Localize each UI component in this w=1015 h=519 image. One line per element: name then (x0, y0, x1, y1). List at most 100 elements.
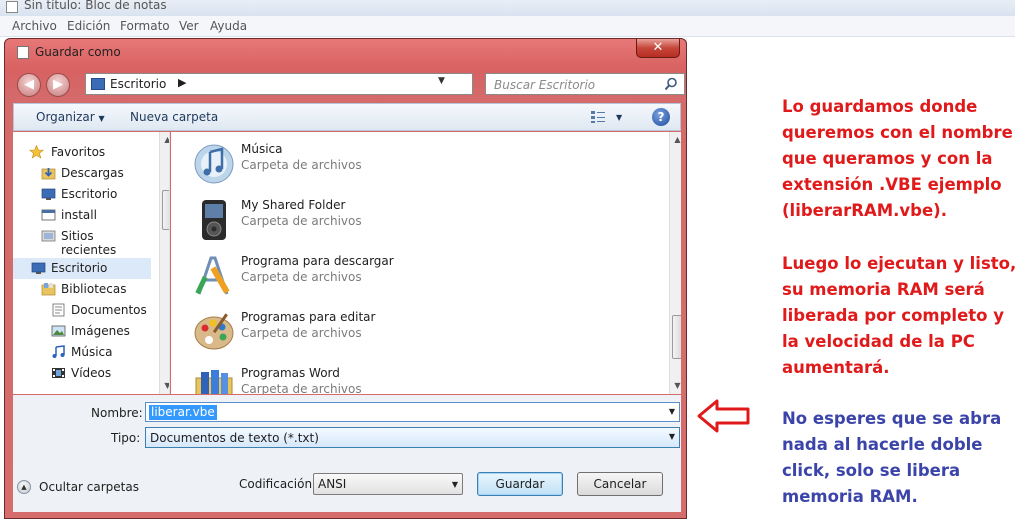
scroll-up-icon[interactable]: ▲ (670, 132, 681, 147)
desktop-icon (31, 262, 46, 274)
scrollbar-thumb[interactable] (672, 315, 681, 359)
note-line: click, solo se libera (782, 461, 961, 480)
address-bar[interactable]: Escritorio ▶ ▼ ⇆ (85, 73, 543, 95)
libraries-icon (41, 283, 56, 296)
desktop-icon (41, 188, 56, 200)
cancel-button[interactable]: Cancelar (577, 472, 663, 496)
desktop-icon (91, 78, 105, 90)
file-item-musica[interactable]: Música Carpeta de archivos (185, 136, 665, 192)
view-dropdown-icon[interactable]: ▼ (616, 113, 622, 122)
menu-ver[interactable]: Ver (179, 19, 199, 33)
file-type: Carpeta de archivos (241, 214, 362, 228)
encoding-value: ANSI (318, 477, 347, 491)
recent-places-icon (41, 230, 56, 242)
file-list-scrollbar[interactable]: ▲ ▼ (669, 132, 681, 394)
view-options-icon[interactable] (590, 110, 606, 124)
name-dropdown-icon[interactable]: ▼ (669, 407, 675, 416)
nav-favorites[interactable]: Favoritos (13, 142, 151, 163)
nav-label: Escritorio (51, 261, 108, 275)
file-name: My Shared Folder (241, 198, 346, 212)
hide-folders-label: Ocultar carpetas (39, 480, 139, 494)
file-item-programas-editar[interactable]: Programas para editar Carpeta de archivo… (185, 304, 665, 360)
nav-label: Favoritos (51, 145, 106, 159)
nav-label: Bibliotecas (61, 282, 127, 296)
music-folder-icon (194, 144, 234, 184)
back-button[interactable]: ◀ (17, 73, 41, 97)
search-icon[interactable] (664, 77, 678, 91)
file-name-input[interactable]: liberar.vbe ▼ (145, 402, 680, 422)
dialog-title: Guardar como (35, 45, 121, 59)
nav-desktop-favorite[interactable]: Escritorio (13, 184, 151, 205)
close-button[interactable]: ✕ (636, 39, 680, 58)
note-line: Luego lo ejecutan y listo, (782, 254, 1015, 273)
file-type: Carpeta de archivos (241, 326, 362, 340)
drawing-tools-icon (195, 256, 230, 295)
new-folder-button[interactable]: Nueva carpeta (130, 110, 218, 124)
downloads-folder-icon (41, 168, 56, 180)
nav-label: Música (71, 345, 113, 359)
file-name: Programa para descargar (241, 254, 394, 268)
type-dropdown-icon[interactable]: ▼ (669, 432, 675, 441)
nav-label: Descargas (61, 166, 124, 180)
scroll-up-icon[interactable]: ▲ (160, 132, 169, 147)
organize-button[interactable]: Organizar ▼ (36, 110, 105, 124)
encoding-select[interactable]: ANSI ▼ (313, 473, 463, 495)
nav-install[interactable]: install (13, 205, 151, 226)
nav-pictures[interactable]: Imágenes (13, 321, 151, 342)
organize-label: Organizar (36, 110, 95, 124)
nav-music[interactable]: Música (13, 342, 151, 363)
nav-documents[interactable]: Documentos (13, 300, 151, 321)
nav-label: Escritorio (61, 187, 118, 201)
notepad-doc-icon (17, 46, 29, 59)
file-name-value[interactable]: liberar.vbe (149, 405, 217, 420)
menu-edicion[interactable]: Edición (67, 19, 110, 33)
help-icon[interactable]: ? (652, 108, 670, 126)
notepad-titlebar: Sin título: Bloc de notas (0, 0, 1015, 16)
file-item-my-shared-folder[interactable]: My Shared Folder Carpeta de archivos (185, 192, 665, 248)
menu-archivo[interactable]: Archivo (12, 19, 57, 33)
menu-ayuda[interactable]: Ayuda (210, 19, 247, 33)
notepad-icon (6, 1, 18, 13)
file-item-programas-word[interactable]: Programas Word Carpeta de archivos (185, 360, 665, 394)
nav-desktop-root[interactable]: Escritorio (13, 258, 151, 279)
file-type: Carpeta de archivos (241, 270, 362, 284)
left-arrow-icon (697, 399, 750, 433)
note-line: liberada por completo y (782, 306, 1004, 325)
address-location[interactable]: Escritorio (110, 77, 166, 91)
note-blue: No esperes que se abra nada al hacerle d… (782, 406, 1001, 510)
file-type-select[interactable]: Documentos de texto (*.txt) ▼ (145, 427, 680, 448)
address-dropdown-icon[interactable]: ▼ (438, 76, 445, 86)
note-line: nada al hacerle doble (782, 435, 983, 454)
window-icon (41, 209, 56, 221)
nav-label: Sitios recientes (61, 229, 117, 257)
encoding-dropdown-icon[interactable]: ▼ (452, 480, 458, 489)
nav-pane-scrollbar[interactable]: ▲ ▼ (159, 132, 169, 394)
notepad-title: Sin título: Bloc de notas (24, 0, 167, 12)
nav-recent-places[interactable]: Sitios recientes (13, 226, 151, 257)
notepad-menubar: Archivo Edición Formato Ver Ayuda (0, 16, 1015, 37)
scrollbar-thumb[interactable] (162, 190, 169, 230)
note-red-2: Luego lo ejecutan y listo, su memoria RA… (782, 251, 1015, 381)
collapse-up-icon: ▲ (17, 480, 31, 494)
chevron-down-icon: ▼ (98, 114, 105, 123)
nav-downloads[interactable]: Descargas (13, 163, 151, 184)
search-input[interactable]: Buscar Escritorio (485, 73, 685, 95)
menu-formato[interactable]: Formato (120, 19, 170, 33)
file-type: Carpeta de archivos (241, 382, 362, 394)
nav-videos[interactable]: Vídeos (13, 363, 151, 384)
note-line: No esperes que se abra (782, 409, 1002, 428)
back-arrow-icon: ◀ (24, 77, 34, 92)
file-item-programa-descargar[interactable]: Programa para descargar Carpeta de archi… (185, 248, 665, 304)
forward-button[interactable]: ▶ (46, 73, 70, 97)
encoding-label: Codificación: (239, 477, 317, 491)
scroll-down-icon[interactable]: ▼ (670, 378, 681, 393)
note-line: la velocidad de la PC (782, 332, 975, 351)
breadcrumb-arrow-icon[interactable]: ▶ (178, 76, 186, 89)
note-line: queremos con el nombre (782, 123, 1013, 142)
nav-libraries[interactable]: Bibliotecas (13, 279, 151, 300)
scroll-down-icon[interactable]: ▼ (160, 378, 169, 393)
navigation-bar: ◀ ▶ Escritorio ▶ ▼ ⇆ Buscar Escritorio (13, 71, 685, 97)
mp3-player-icon (202, 200, 226, 240)
file-type-value: Documentos de texto (*.txt) (150, 431, 319, 445)
save-button[interactable]: Guardar (477, 472, 563, 496)
